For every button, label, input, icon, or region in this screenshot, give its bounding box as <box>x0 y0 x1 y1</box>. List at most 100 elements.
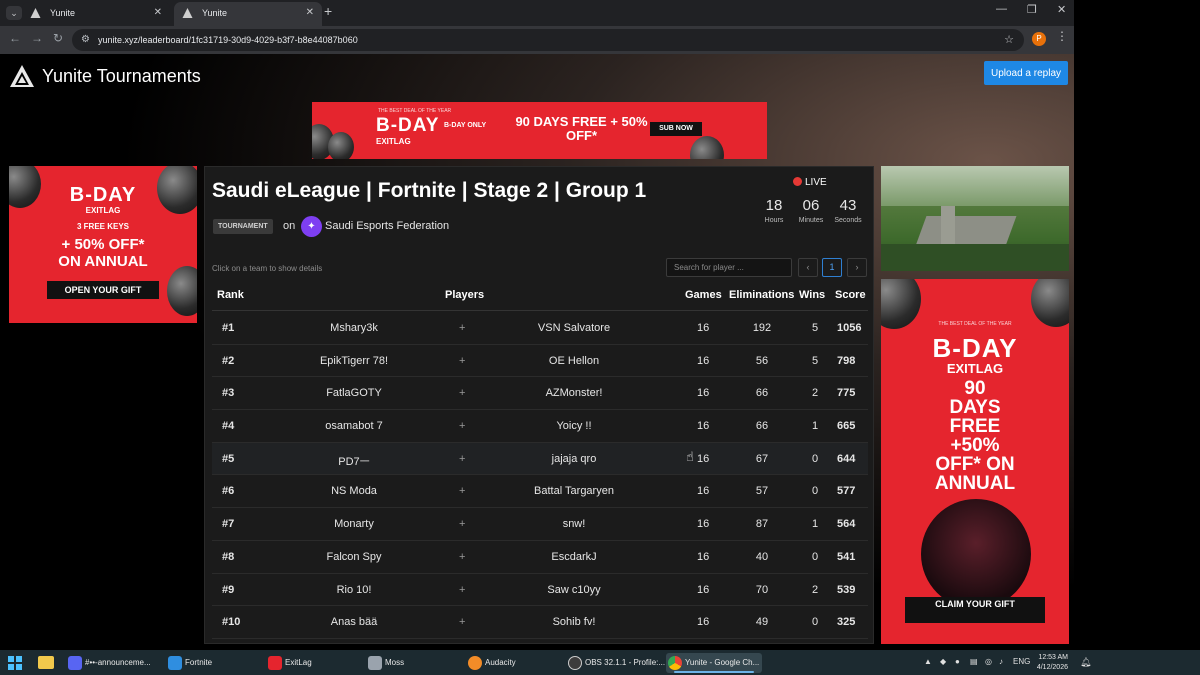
site-info-icon[interactable]: ⚙ <box>81 29 90 51</box>
ad-brand: EXITLAG <box>946 361 1004 376</box>
close-icon[interactable]: ✕ <box>306 2 314 24</box>
table-row[interactable]: #6 NS Moda + Battal Targaryen 16 57 0 57… <box>212 475 868 509</box>
countdown-unit: Hours <box>764 217 784 224</box>
score-cell: 564 <box>837 518 856 531</box>
tray-warning-icon[interactable]: ▲ <box>924 657 932 666</box>
profile-avatar[interactable]: P <box>1032 32 1046 46</box>
yunite-favicon-icon <box>30 8 41 18</box>
ad-eyebrow: THE BEST DEAL OF THE YEAR <box>938 321 1012 327</box>
logo-text: Yunite Tournaments <box>42 65 201 86</box>
table-row[interactable]: #1 Mshary3k + VSN Salvatore 16 192 5 105… <box>212 312 868 345</box>
countdown-unit: Minutes <box>798 217 824 224</box>
taskbar-item-obs[interactable]: OBS 32.1.1 - Profile:... <box>566 653 665 673</box>
windows-start-icon[interactable] <box>8 656 22 670</box>
page-1-button[interactable]: 1 <box>822 258 842 277</box>
restore-icon[interactable]: ❐ <box>1027 3 1037 16</box>
taskbar-item-exitlag[interactable]: ExitLag <box>266 653 358 673</box>
discord-icon <box>68 656 82 670</box>
tray-app-icon[interactable]: ● <box>955 657 960 666</box>
site-logo[interactable]: Yunite Tournaments <box>10 64 201 88</box>
ad-cta-button[interactable]: OPEN YOUR GIFT <box>47 281 159 299</box>
rank-cell: #3 <box>222 387 235 400</box>
table-row[interactable]: #7 Monarty + snw! 16 87 1 564 <box>212 508 868 541</box>
game-screenshot-image[interactable] <box>881 166 1069 271</box>
tray-app-icon[interactable]: ◆ <box>940 657 946 666</box>
player-name: PD7ㅡ <box>338 455 370 468</box>
banner-ad-top[interactable]: THE BEST DEAL OF THE YEAR B-DAY EXITLAG … <box>312 102 767 159</box>
balloon-graphic <box>167 266 197 316</box>
minimize-icon[interactable]: — <box>996 3 1007 15</box>
player-name: Mshary3k <box>330 322 378 334</box>
taskbar-item-audacity[interactable]: Audacity <box>466 653 558 673</box>
close-icon[interactable]: ✕ <box>154 2 162 24</box>
bookmark-star-icon[interactable]: ☆ <box>1004 29 1014 51</box>
games-cell: 16 <box>697 322 710 334</box>
ad-offer-6: ANNUAL <box>934 473 1016 494</box>
volume-icon[interactable]: ♪ <box>999 657 1003 666</box>
reload-icon[interactable]: ↻ <box>53 31 63 45</box>
ad-cta-button[interactable]: SUB NOW <box>650 122 702 136</box>
tray-app-icon[interactable]: ◎ <box>985 657 992 666</box>
player-name: Sohib fv! <box>552 616 596 629</box>
side-ad-left[interactable]: B-DAY EXITLAG 3 FREE KEYS + 50% OFF* ON … <box>9 166 197 323</box>
next-page-button[interactable]: › <box>847 258 867 277</box>
table-row[interactable]: #9 Rio 10! + Saw c10yy 16 70 2 539 <box>212 574 868 607</box>
score-cell: 539 <box>837 583 856 596</box>
eliminations-cell: 70 <box>755 583 769 596</box>
clock-date: 4/12/2026 <box>1036 664 1068 671</box>
side-ad-right[interactable]: THE BEST DEAL OF THE YEAR B-DAY EXITLAG … <box>881 279 1069 644</box>
countdown-seconds: 43 Seconds <box>828 197 868 224</box>
tab-yunite-2[interactable]: Yunite ✕ <box>174 2 322 26</box>
back-icon[interactable]: ← <box>9 31 21 45</box>
player-name: Anas bää <box>330 616 378 629</box>
plus-icon: + <box>459 387 466 400</box>
countdown-minutes: 06 Minutes <box>791 197 831 224</box>
yunite-favicon-icon <box>182 8 193 18</box>
taskbar-item-moss[interactable]: Moss <box>366 653 458 673</box>
window-close-icon[interactable]: ✕ <box>1057 3 1066 16</box>
eliminations-cell: 192 <box>752 322 772 334</box>
moss-icon <box>368 656 382 670</box>
yunite-logo-icon <box>10 65 34 87</box>
balloon-graphic <box>690 136 724 159</box>
player-name: jajaja qro <box>551 452 597 465</box>
chrome-icon <box>668 656 682 670</box>
table-row[interactable]: #2 EpikTigerr 78! + OE Hellon 16 56 5 79… <box>212 345 868 378</box>
header-players: Players <box>445 289 485 301</box>
on-label: on <box>283 220 296 232</box>
system-clock[interactable]: 12:53 AM 4/12/2026 <box>1028 653 1068 673</box>
taskbar-item-discord[interactable]: #••-announceme... <box>66 653 160 673</box>
table-row[interactable]: #10 Anas bää + Sohib fv! 16 49 0 325 <box>212 606 868 639</box>
table-row[interactable]: #5 PD7ㅡ + jajaja qro 16 67 0 644 <box>212 442 868 476</box>
browser-menu-icon[interactable]: ⋮ <box>1056 29 1068 43</box>
taskbar-item-fortnite[interactable]: Fortnite <box>166 653 258 673</box>
table-row[interactable]: #3 FatlaGOTY + AZMonster! 16 66 2 775 <box>212 377 868 411</box>
org-logo-icon[interactable]: ✦ <box>301 216 322 237</box>
table-row[interactable]: #4 osamabot 7 + Yoicy !! 16 66 1 665 <box>212 410 868 443</box>
rank-cell: #1 <box>222 322 235 334</box>
player-name: FatlaGOTY <box>326 387 382 400</box>
player-name: snw! <box>562 518 586 531</box>
taskbar-item-chrome[interactable]: Yunite - Google Ch... <box>666 653 762 673</box>
castle-wall-graphic <box>915 216 1017 246</box>
header-games: Games <box>685 289 722 301</box>
tab-search-button[interactable]: ⌄ <box>6 6 22 20</box>
organizer-name[interactable]: Saudi Esports Federation <box>325 220 449 232</box>
address-bar[interactable]: ⚙ yunite.xyz/leaderboard/1fc31719-30d9-4… <box>72 29 1024 51</box>
score-cell: 577 <box>837 485 856 498</box>
active-indicator <box>674 671 754 673</box>
tab-yunite-1[interactable]: Yunite ✕ <box>22 2 170 26</box>
prev-page-button[interactable]: ‹ <box>798 258 818 277</box>
upload-replay-button[interactable]: Upload a replay <box>984 61 1068 85</box>
tray-app-icon[interactable]: ▤ <box>970 657 978 666</box>
character-graphic <box>921 499 1031 609</box>
table-row[interactable]: #8 Falcon Spy + EscdarkJ 16 40 0 541 <box>212 541 868 574</box>
notification-bell-icon[interactable]: 🔔︎ <box>1080 657 1091 668</box>
player-search-input[interactable] <box>666 258 792 277</box>
forward-icon[interactable]: → <box>31 31 43 45</box>
ad-cta-button[interactable]: CLAIM YOUR GIFT <box>905 597 1045 623</box>
player-name: VSN Salvatore <box>537 322 611 334</box>
file-explorer-icon[interactable] <box>38 656 54 669</box>
new-tab-icon[interactable]: + <box>324 3 332 19</box>
ad-offer-4: +50% <box>950 435 1000 456</box>
